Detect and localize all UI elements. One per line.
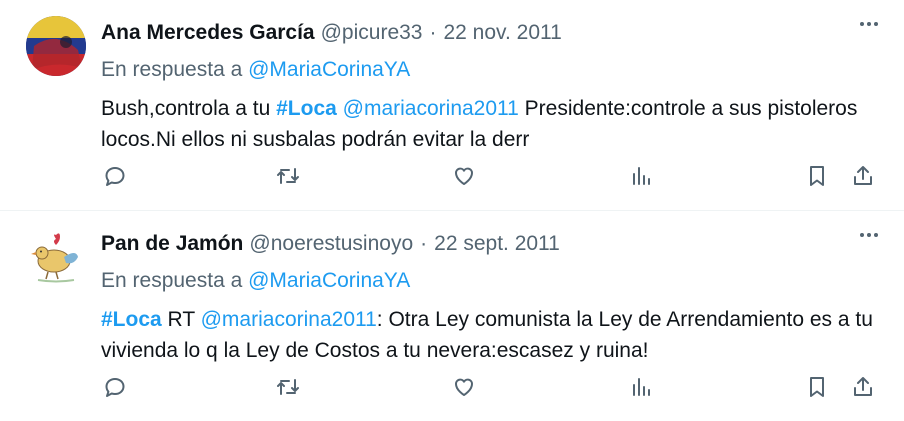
retweet-button[interactable] [274, 373, 302, 401]
mention-link[interactable]: @mariacorina2011 [201, 308, 377, 331]
retweet-icon [277, 168, 299, 184]
avatar-image [26, 227, 86, 287]
tweet-header: Pan de Jamón @noerestusinoyo · 22 sept. … [101, 231, 884, 257]
reply-icon [105, 378, 125, 397]
like-icon [455, 378, 473, 396]
separator: · [429, 21, 437, 44]
more-icon[interactable] [860, 233, 878, 237]
tweet-text: #Loca RT @mariacorina2011: Otra Ley comu… [101, 304, 884, 366]
share-icon [854, 166, 872, 185]
share-icon [854, 377, 872, 396]
share-button[interactable] [849, 162, 877, 190]
tweet-text: Bush,controla a tu #Loca @mariacorina201… [101, 93, 884, 155]
avatar-image [26, 16, 86, 76]
text-part: RT [161, 308, 201, 331]
reply-prefix: En respuesta a [101, 58, 243, 81]
action-bar [101, 162, 884, 194]
author-name[interactable]: Ana Mercedes García [101, 21, 315, 45]
reply-button[interactable] [101, 373, 129, 401]
bookmark-button[interactable] [803, 373, 831, 401]
views-button[interactable] [627, 162, 655, 190]
retweet-icon [277, 379, 299, 395]
author-name[interactable]: Pan de Jamón [101, 232, 243, 256]
tweet-date[interactable]: 22 sept. 2011 [434, 232, 560, 256]
author-handle[interactable]: @picure33 [321, 21, 423, 45]
bookmark-icon [810, 166, 824, 186]
reply-context: En respuesta a @MariaCorinaYA [101, 269, 884, 295]
hashtag-link[interactable]: #Loca [276, 97, 337, 120]
share-button[interactable] [849, 373, 877, 401]
retweet-button[interactable] [274, 162, 302, 190]
views-icon [633, 378, 650, 396]
like-icon [455, 167, 473, 185]
bookmark-icon [810, 377, 824, 397]
tweet-date[interactable]: 22 nov. 2011 [443, 21, 561, 45]
reply-prefix: En respuesta a [101, 269, 243, 292]
tweet[interactable]: Ana Mercedes García @picure33 · 22 nov. … [0, 0, 904, 210]
reply-icon [105, 167, 125, 186]
views-button[interactable] [627, 373, 655, 401]
tweet[interactable]: Pan de Jamón @noerestusinoyo · 22 sept. … [0, 210, 904, 421]
tweet-header: Ana Mercedes García @picure33 · 22 nov. … [101, 20, 884, 46]
more-icon[interactable] [860, 22, 878, 26]
bookmark-button[interactable] [803, 162, 831, 190]
separator: · [420, 232, 428, 255]
avatar[interactable] [26, 16, 86, 76]
reply-handle-link[interactable]: @MariaCorinaYA [248, 58, 410, 81]
avatar[interactable] [26, 227, 86, 287]
like-button[interactable] [450, 373, 478, 401]
reply-context: En respuesta a @MariaCorinaYA [101, 58, 884, 84]
hashtag-link[interactable]: #Loca [101, 308, 162, 331]
mention-link[interactable]: @mariacorina2011 [343, 97, 519, 120]
reply-handle-link[interactable]: @MariaCorinaYA [248, 269, 410, 292]
author-handle[interactable]: @noerestusinoyo [249, 232, 413, 256]
action-bar [101, 373, 884, 405]
views-icon [633, 167, 650, 185]
text-part: Bush,controla a tu [101, 97, 277, 120]
like-button[interactable] [450, 162, 478, 190]
reply-button[interactable] [101, 162, 129, 190]
